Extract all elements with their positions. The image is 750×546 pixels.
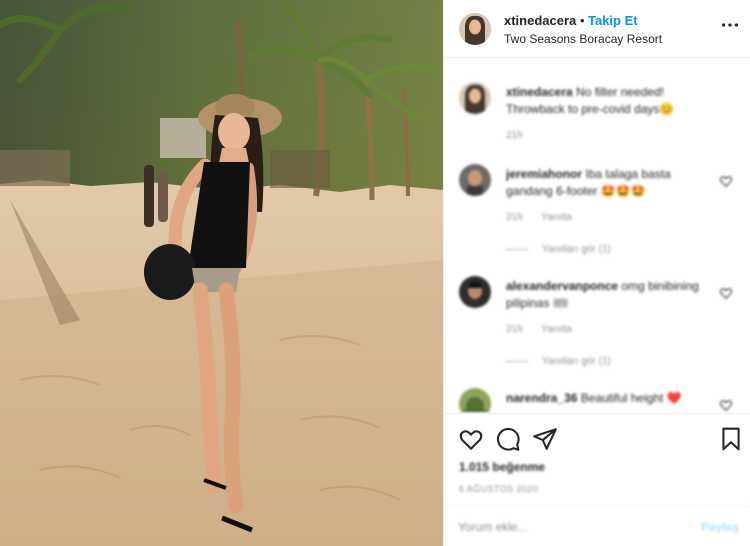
avatar-image: [459, 13, 491, 45]
comment-username[interactable]: narendra_36: [506, 391, 577, 405]
view-replies-button[interactable]: Yanıtları gör (1): [506, 356, 611, 367]
comment-text: alexandervanponce omg binibining pilipin…: [506, 278, 716, 312]
comment-icon[interactable]: [495, 426, 521, 452]
follow-button[interactable]: Takip Et: [588, 13, 638, 28]
avatar-image: [459, 82, 491, 114]
post-location[interactable]: Two Seasons Boracay Resort: [504, 32, 662, 46]
view-replies-label: Yanıtları gör (1): [542, 356, 611, 367]
add-comment-bar: Paylaş: [444, 506, 750, 546]
post-date[interactable]: 6 AĞUSTOS 2020: [459, 484, 538, 494]
more-options-icon[interactable]: [719, 14, 741, 36]
avatar-image: [459, 164, 491, 196]
post-comment-button[interactable]: Paylaş: [701, 520, 739, 534]
view-replies-button[interactable]: Yanıtları gör (1): [506, 244, 611, 255]
comments-list[interactable]: xtinedacera No filter needed! Throwback …: [444, 64, 750, 412]
likes-count[interactable]: 1.015 beğenme: [459, 460, 545, 474]
comment-meta: 21h: [506, 130, 539, 141]
beach-photo-image: [0, 0, 443, 546]
comment-meta: 21h Yanıtla: [506, 324, 588, 335]
replies-divider: [506, 248, 528, 250]
avatar-image: [459, 388, 491, 412]
avatar[interactable]: [459, 276, 491, 308]
heart-icon[interactable]: [458, 426, 484, 452]
avatar[interactable]: [459, 388, 491, 412]
comment-username[interactable]: jeremiahonor: [506, 167, 582, 181]
comment-text: jeremiahonor Iba talaga basta gandang 6-…: [506, 166, 716, 200]
comment-text: xtinedacera No filter needed! Throwback …: [506, 84, 716, 118]
post-photo[interactable]: [0, 0, 443, 546]
heart-icon[interactable]: [719, 174, 733, 188]
share-icon[interactable]: [532, 426, 558, 452]
heart-icon[interactable]: [719, 398, 733, 412]
post-username[interactable]: xtinedacera: [504, 13, 576, 28]
heart-icon[interactable]: [719, 286, 733, 300]
avatar[interactable]: [459, 13, 491, 45]
replies-divider: [506, 360, 528, 362]
comment-text: narendra_36 Beautiful height ❤️: [506, 390, 716, 407]
view-replies-label: Yanıtları gör (1): [542, 244, 611, 255]
avatar-image: [459, 276, 491, 308]
comment-input[interactable]: [458, 515, 678, 539]
comment-time: 21h: [506, 324, 523, 335]
bookmark-icon[interactable]: [718, 426, 744, 452]
comment-time: 21h: [506, 212, 523, 223]
comment-time: 21h: [506, 130, 523, 141]
comment-username[interactable]: alexandervanponce: [506, 279, 618, 293]
reply-button[interactable]: Yanıtla: [541, 212, 571, 223]
avatar[interactable]: [459, 82, 491, 114]
reply-button[interactable]: Yanıtla: [541, 324, 571, 335]
comment-body: Beautiful height ❤️: [580, 391, 682, 405]
post-header: xtinedacera • Takip Et Two Seasons Borac…: [444, 0, 750, 58]
separator-dot: •: [580, 13, 585, 28]
post-side-panel: xtinedacera • Takip Et Two Seasons Borac…: [443, 0, 750, 546]
avatar[interactable]: [459, 164, 491, 196]
comment-meta: 21h Yanıtla: [506, 212, 588, 223]
comment-username[interactable]: xtinedacera: [506, 85, 573, 99]
post-actions: 1.015 beğenme 6 AĞUSTOS 2020: [444, 413, 750, 501]
